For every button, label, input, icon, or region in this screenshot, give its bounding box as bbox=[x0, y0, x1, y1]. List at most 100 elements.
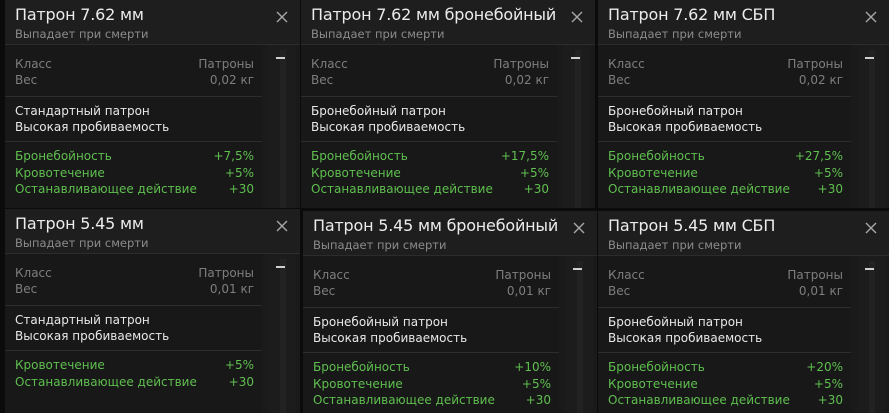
item-tooltip-card: Патрон 7.62 мм бронебойный Выпадает при с… bbox=[301, 0, 595, 208]
tooltip-header: Патрон 5.45 мм Выпадает при смерти bbox=[5, 209, 300, 254]
description-line: Высокая пробиваемость bbox=[311, 120, 466, 134]
tooltip-header: Патрон 7.62 мм Выпадает при смерти bbox=[5, 0, 300, 45]
stat-value: +5% bbox=[813, 165, 843, 180]
stat-row: Бронебойность +7,5% bbox=[15, 148, 254, 164]
description-line: Бронебойный патрон bbox=[608, 315, 743, 329]
scrollbar[interactable] bbox=[857, 45, 885, 208]
stat-value: +20% bbox=[806, 360, 843, 374]
class-label: Класс bbox=[15, 266, 52, 280]
weight-label: Вес bbox=[15, 282, 38, 296]
item-title: Патрон 7.62 мм бронебойный bbox=[311, 5, 557, 24]
stat-value: +5% bbox=[224, 165, 254, 180]
weight-value: 0,01 кг bbox=[506, 284, 551, 298]
stat-value: +5% bbox=[521, 376, 551, 391]
scrollbar[interactable] bbox=[268, 45, 296, 208]
stat-value: +30 bbox=[817, 182, 843, 196]
close-icon[interactable] bbox=[570, 10, 584, 24]
class-row: Класс Патроны bbox=[15, 265, 254, 281]
weight-row: Вес 0,02 кг bbox=[311, 72, 549, 88]
item-title: Патрон 7.62 мм СБП bbox=[608, 5, 776, 24]
tooltip-header: Патрон 7.62 мм бронебойный Выпадает при с… bbox=[301, 0, 595, 45]
stat-label: Кровотечение bbox=[311, 165, 401, 180]
scrollbar-thumb[interactable] bbox=[865, 268, 874, 270]
item-subtitle: Выпадает при смерти bbox=[313, 238, 447, 252]
divider bbox=[5, 96, 262, 97]
weight-row: Вес 0,02 кг bbox=[608, 72, 843, 88]
scrollbar-thumb[interactable] bbox=[276, 266, 285, 268]
description-line: Высокая пробиваемость bbox=[608, 331, 763, 345]
scrollbar-rail bbox=[869, 261, 875, 413]
close-icon[interactable] bbox=[572, 221, 586, 235]
class-row: Класс Патроны bbox=[15, 56, 254, 72]
scrollbar-thumb[interactable] bbox=[276, 57, 285, 59]
divider bbox=[5, 350, 262, 351]
weight-value: 0,02 кг bbox=[209, 73, 254, 87]
stat-row: Останавливающее действие +30 bbox=[15, 374, 254, 390]
divider bbox=[303, 352, 559, 353]
weight-label: Вес bbox=[311, 73, 334, 87]
stat-value: +27,5% bbox=[794, 149, 843, 163]
stat-label: Останавливающее действие bbox=[15, 182, 197, 196]
close-icon[interactable] bbox=[864, 10, 878, 24]
item-subtitle: Выпадает при смерти bbox=[608, 27, 742, 41]
divider bbox=[301, 141, 557, 142]
stat-label: Бронебойность bbox=[15, 149, 112, 163]
item-tooltip-card: Патрон 7.62 мм СБП Выпадает при смерти Кла… bbox=[598, 0, 889, 208]
class-value: Патроны bbox=[787, 268, 843, 282]
weight-value: 0,02 кг bbox=[504, 73, 549, 87]
close-icon[interactable] bbox=[275, 219, 289, 233]
scrollbar-thumb[interactable] bbox=[571, 57, 580, 59]
divider bbox=[303, 307, 559, 308]
item-subtitle: Выпадает при смерти bbox=[15, 236, 149, 250]
divider bbox=[598, 352, 851, 353]
divider bbox=[5, 305, 262, 306]
stat-row: Кровотечение +5% bbox=[608, 376, 843, 392]
stat-label: Останавливающее действие bbox=[311, 182, 493, 196]
scrollbar[interactable] bbox=[268, 254, 296, 413]
scrollbar[interactable] bbox=[857, 256, 885, 413]
description-line: Высокая пробиваемость bbox=[15, 120, 170, 134]
item-tooltip-card: Патрон 5.45 мм Выпадает при смерти Класс Па… bbox=[5, 209, 300, 413]
close-icon[interactable] bbox=[275, 10, 289, 24]
weight-value: 0,01 кг bbox=[798, 284, 843, 298]
stat-value: +30 bbox=[525, 393, 551, 407]
stat-row: Останавливающее действие +30 bbox=[15, 181, 254, 197]
tooltip-header: Патрон 5.45 мм бронебойный Выпадает при с… bbox=[303, 211, 597, 256]
class-row: Класс Патроны bbox=[608, 267, 843, 283]
scrollbar-thumb[interactable] bbox=[573, 268, 582, 270]
weight-label: Вес bbox=[608, 73, 631, 87]
stat-row: Кровотечение +5% bbox=[608, 165, 843, 181]
stat-row: Останавливающее действие +30 bbox=[311, 181, 549, 197]
class-value: Патроны bbox=[198, 266, 254, 280]
class-value: Патроны bbox=[787, 57, 843, 71]
stat-value: +17,5% bbox=[500, 149, 549, 163]
divider bbox=[598, 96, 851, 97]
item-subtitle: Выпадает при смерти bbox=[15, 27, 149, 41]
class-label: Класс bbox=[608, 268, 645, 282]
class-value: Патроны bbox=[495, 268, 551, 282]
class-value: Патроны bbox=[493, 57, 549, 71]
scrollbar-thumb[interactable] bbox=[865, 57, 874, 59]
stat-label: Кровотечение bbox=[15, 358, 105, 372]
description-line: Высокая пробиваемость bbox=[608, 120, 763, 134]
scrollbar[interactable] bbox=[563, 45, 591, 208]
stat-label: Кровотечение bbox=[15, 165, 105, 180]
weight-label: Вес bbox=[608, 284, 631, 298]
description-line: Бронебойный патрон bbox=[608, 104, 743, 118]
weight-row: Вес 0,02 кг bbox=[15, 72, 254, 88]
close-icon[interactable] bbox=[864, 221, 878, 235]
stat-row: Останавливающее действие +30 bbox=[313, 392, 551, 408]
stat-value: +30 bbox=[228, 374, 254, 389]
stat-label: Останавливающее действие bbox=[608, 393, 790, 407]
description-line: Стандартный патрон bbox=[15, 313, 150, 327]
stat-row: Кровотечение +5% bbox=[313, 376, 551, 392]
scrollbar[interactable] bbox=[565, 256, 593, 413]
stat-row: Бронебойность +10% bbox=[313, 359, 551, 375]
item-subtitle: Выпадает при смерти bbox=[608, 238, 742, 252]
stat-label: Останавливающее действие bbox=[15, 374, 197, 389]
item-tooltip-card: Патрон 7.62 мм Выпадает при смерти Класс Па… bbox=[5, 0, 300, 208]
item-subtitle: Выпадает при смерти bbox=[311, 27, 445, 41]
item-tooltip-card: Патрон 5.45 мм СБП Выпадает при смерти Кла… bbox=[598, 211, 889, 413]
stat-value: +7,5% bbox=[213, 149, 254, 163]
weight-value: 0,02 кг bbox=[798, 73, 843, 87]
